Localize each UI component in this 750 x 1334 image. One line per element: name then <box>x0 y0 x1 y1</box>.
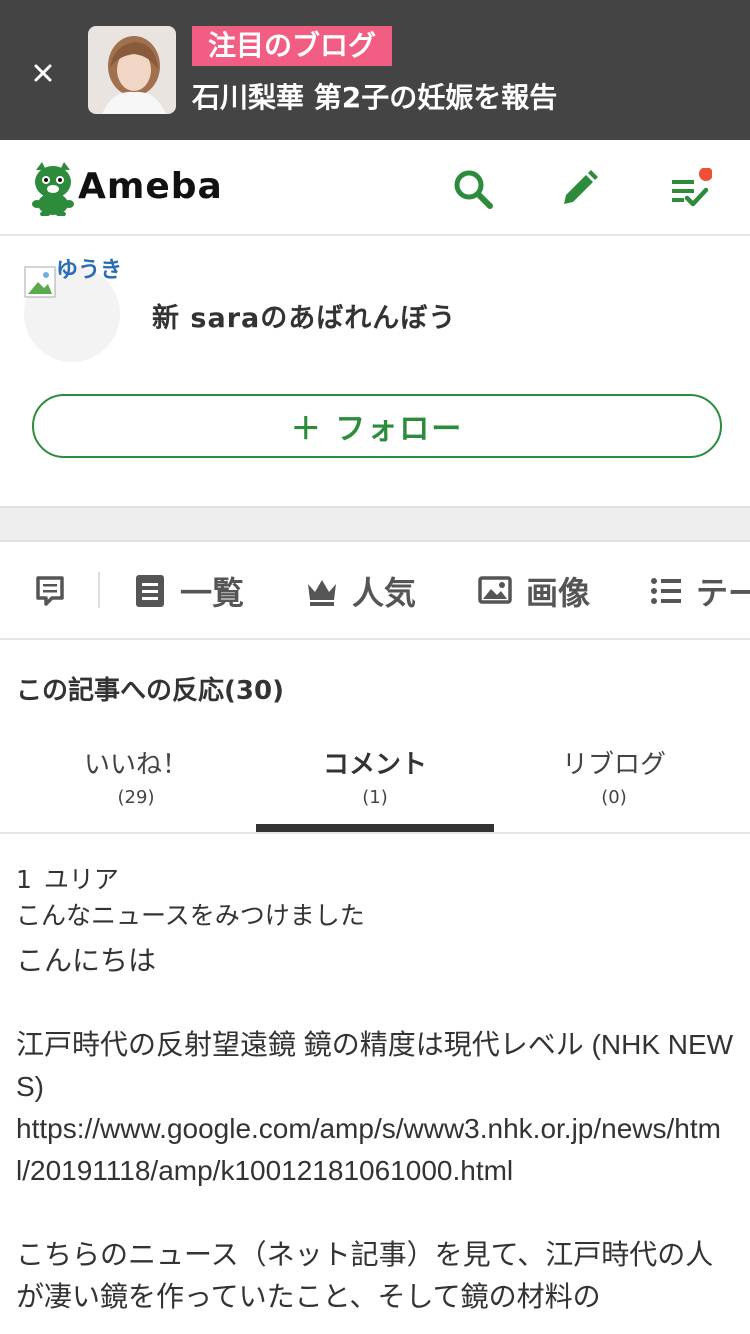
avatar-alt-text: ゆうき <box>56 258 123 283</box>
follow-button[interactable]: ＋ フォロー <box>32 394 722 458</box>
blog-title[interactable]: 新 saraのあばれんぼう <box>152 296 456 335</box>
app-header: Ameba <box>0 140 750 236</box>
search-icon[interactable] <box>452 168 494 210</box>
tab-likes-count: (29) <box>117 787 155 808</box>
comment-header: 1 ユリア <box>16 862 734 898</box>
image-icon <box>478 576 512 604</box>
comment-item: 1 ユリア こんなニュースをみつけました こんにちは 江戸時代の反射望遠鏡 鏡の精… <box>16 862 734 1318</box>
section-divider <box>0 506 750 542</box>
comment-author[interactable]: ユリア <box>44 865 119 894</box>
pencil-icon[interactable] <box>558 168 600 210</box>
list-icon <box>136 575 164 607</box>
tab-reblogs[interactable]: リブログ (0) <box>495 740 733 832</box>
nav-divider <box>98 572 100 608</box>
nav-images-label: 画像 <box>526 574 591 612</box>
comment-number: 1 <box>16 865 32 894</box>
featured-headline[interactable]: 石川梨華 第2子の妊娠を報告 <box>192 78 557 118</box>
theme-list-icon <box>651 578 681 604</box>
reactions-title: この記事への反応(30) <box>16 676 284 706</box>
tab-reblogs-count: (0) <box>601 787 627 808</box>
tab-reblogs-label: リブログ <box>561 750 666 780</box>
logo-wordmark[interactable]: Ameba <box>78 166 223 207</box>
featured-thumbnail[interactable] <box>88 26 176 114</box>
nav-themes[interactable]: テー <box>650 566 750 616</box>
tab-comments[interactable]: コメント (1) <box>256 740 494 832</box>
nav-popular[interactable]: 人気 <box>306 566 416 616</box>
tab-comments-label: コメント <box>322 750 427 780</box>
nav-list-label: 一覧 <box>180 574 245 612</box>
broken-image-icon <box>24 266 56 298</box>
nav-images[interactable]: 画像 <box>478 566 590 616</box>
featured-tag: 注目のブログ <box>192 26 393 66</box>
nav-themes-label: テー <box>696 574 750 612</box>
close-icon[interactable] <box>28 58 58 88</box>
comment-body: こんにちは 江戸時代の反射望遠鏡 鏡の精度は現代レベル (NHK NEWS) h… <box>16 945 734 1312</box>
blog-profile: ゆうき 新 saraのあばれんぼう ＋ フォロー <box>0 238 750 506</box>
reading-list-icon[interactable] <box>668 167 713 210</box>
nav-popular-label: 人気 <box>352 574 417 612</box>
nav-list[interactable]: 一覧 <box>134 566 244 616</box>
tab-likes-label: いいね！ <box>83 750 188 780</box>
nav-comment[interactable] <box>34 566 80 616</box>
tab-likes[interactable]: いいね！ (29) <box>17 740 255 832</box>
comment-icon <box>36 576 64 606</box>
comment-subtitle: こんなニュースをみつけました <box>16 901 365 930</box>
blog-nav: 一覧 人気 画像 テー <box>0 542 750 640</box>
featured-blog-banner[interactable]: 注目のブログ 石川梨華 第2子の妊娠を報告 <box>0 0 750 140</box>
reaction-tabs: いいね！ (29) コメント (1) リブログ (0) <box>0 740 750 834</box>
ameba-logo[interactable] <box>30 160 76 217</box>
tab-comments-count: (1) <box>362 787 388 808</box>
crown-icon <box>308 580 336 606</box>
